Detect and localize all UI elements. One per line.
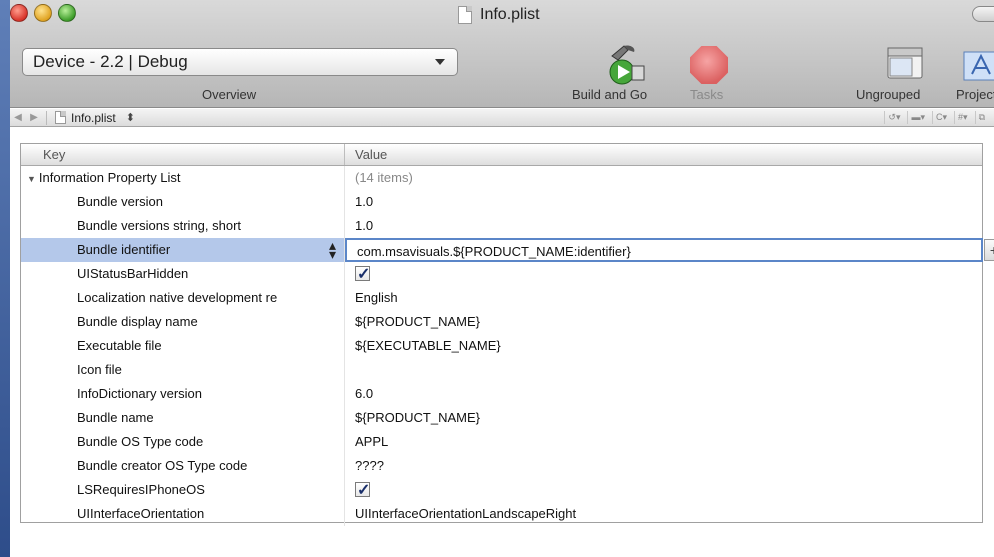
row-key: Icon file — [21, 358, 345, 382]
include-popup-icon[interactable]: #▾ — [954, 111, 971, 124]
window-title: Info.plist — [480, 6, 540, 23]
table-row[interactable]: Localization native development re Engli… — [21, 286, 982, 310]
property-list-table: Key Value ▼ Information Property List (14… — [20, 143, 994, 526]
table-row[interactable]: Bundle version 1.0 — [21, 190, 982, 214]
back-arrow-icon[interactable]: ◀ — [10, 112, 26, 123]
bookmarks-popup-icon[interactable]: ↺▾ — [884, 111, 903, 124]
ungrouped-icon[interactable] — [882, 44, 928, 84]
file-history-name: Info.plist — [71, 110, 116, 125]
nav-divider — [46, 110, 47, 125]
table-row[interactable]: Bundle versions string, short 1.0 — [21, 214, 982, 238]
chevron-down-icon — [435, 59, 445, 65]
table-row-selected[interactable]: Bundle identifier ▴ ▾ com.msavisuals.${PR… — [21, 238, 994, 262]
value-column-header[interactable]: Value — [345, 144, 982, 165]
breakpoints-popup-icon[interactable]: ▬▾ — [907, 111, 928, 124]
ungrouped-label[interactable]: Ungrouped — [856, 87, 920, 102]
window-toolbar: Info.plist Device - 2.2 | Debug Overview… — [10, 0, 994, 108]
row-value[interactable]: 1.0 — [345, 214, 982, 238]
row-key: Bundle creator OS Type code — [21, 454, 345, 478]
active-scheme-popup[interactable]: Device - 2.2 | Debug — [22, 48, 458, 76]
row-value[interactable]: ???? — [345, 454, 982, 478]
root-row[interactable]: ▼ Information Property List (14 items) — [21, 166, 982, 190]
table-row[interactable]: Bundle creator OS Type code ???? — [21, 454, 982, 478]
table-row[interactable]: Bundle name ${PRODUCT_NAME} — [21, 406, 982, 430]
minimize-window-button[interactable] — [34, 4, 52, 22]
zoom-window-button[interactable] — [58, 4, 76, 22]
file-popup-stepper-icon[interactable]: ⬍ — [126, 111, 135, 124]
row-value[interactable]: ${PRODUCT_NAME} — [345, 406, 982, 430]
table-row[interactable]: UIInterfaceOrientation UIInterfaceOrient… — [21, 502, 982, 526]
close-window-button[interactable] — [10, 4, 28, 22]
row-value[interactable]: APPL — [345, 430, 982, 454]
tasks-label[interactable]: Tasks — [690, 87, 723, 102]
row-key: Bundle version — [21, 190, 345, 214]
file-history-popup[interactable]: Info.plist — [55, 111, 116, 125]
project-icon[interactable] — [960, 50, 994, 84]
table-header: Key Value — [21, 144, 982, 166]
counterpart-icon[interactable]: ⧉ — [974, 111, 988, 124]
window-title-area: Info.plist — [458, 6, 540, 24]
row-value[interactable]: 1.0 — [345, 190, 982, 214]
window-controls — [10, 4, 76, 22]
row-key: Bundle display name — [21, 310, 345, 334]
toolbar-toggle-button[interactable] — [972, 6, 994, 22]
requires-iphone-os-checkbox[interactable]: ✓ — [355, 482, 370, 499]
document-icon — [55, 111, 66, 124]
disclosure-triangle-icon[interactable]: ▼ — [27, 167, 36, 190]
row-value[interactable]: ${PRODUCT_NAME} — [345, 310, 982, 334]
row-key: Executable file — [21, 334, 345, 358]
row-key: Bundle name — [21, 406, 345, 430]
active-scheme-value: Device - 2.2 | Debug — [33, 52, 188, 71]
editor-window: Info.plist Device - 2.2 | Debug Overview… — [10, 0, 994, 557]
add-row-button[interactable]: + — [984, 239, 994, 261]
row-value-editor[interactable]: com.msavisuals.${PRODUCT_NAME:identifier… — [345, 238, 983, 262]
row-value[interactable]: 6.0 — [345, 382, 982, 406]
status-bar-hidden-checkbox[interactable]: ✓ — [355, 266, 370, 283]
class-popup-icon[interactable]: C▾ — [932, 111, 950, 124]
table-row[interactable]: Bundle display name ${PRODUCT_NAME} — [21, 310, 982, 334]
root-key-cell: ▼ Information Property List — [21, 166, 345, 190]
row-value[interactable]: UIInterfaceOrientationLandscapeRight — [345, 502, 982, 526]
project-label[interactable]: Project — [956, 87, 994, 102]
table-row[interactable]: LSRequiresIPhoneOS ✓ — [21, 478, 982, 502]
row-value-cell: ✓ — [345, 262, 982, 286]
checkmark-icon: ✓ — [357, 482, 371, 500]
row-key: UIInterfaceOrientation — [21, 502, 345, 526]
row-key: Bundle identifier — [21, 238, 345, 262]
row-key: LSRequiresIPhoneOS — [21, 478, 345, 502]
stop-tasks-icon[interactable] — [690, 46, 728, 84]
build-and-go-icon[interactable] — [602, 42, 648, 88]
table-row[interactable]: Icon file — [21, 358, 982, 382]
row-key: Localization native development re — [21, 286, 345, 310]
nav-right-controls: ↺▾ ▬▾ C▾ #▾ ⧉ — [884, 111, 988, 124]
row-value-cell: ✓ — [345, 478, 982, 502]
row-key: Bundle OS Type code — [21, 430, 345, 454]
row-value[interactable] — [345, 358, 982, 382]
document-icon — [458, 6, 472, 24]
row-key: InfoDictionary version — [21, 382, 345, 406]
table-row[interactable]: Executable file ${EXECUTABLE_NAME} — [21, 334, 982, 358]
root-key: Information Property List — [38, 170, 181, 185]
table-row[interactable]: InfoDictionary version 6.0 — [21, 382, 982, 406]
build-and-go-label[interactable]: Build and Go — [572, 87, 647, 102]
row-value[interactable]: ${EXECUTABLE_NAME} — [345, 334, 982, 358]
navigation-bar: ◀ ▶ Info.plist ⬍ ↺▾ ▬▾ C▾ #▾ ⧉ — [10, 109, 994, 127]
key-type-stepper-icon[interactable]: ▴ ▾ — [329, 238, 336, 261]
row-value[interactable]: English — [345, 286, 982, 310]
root-value: (14 items) — [355, 170, 413, 185]
row-key: Bundle versions string, short — [21, 214, 345, 238]
overview-label: Overview — [202, 87, 257, 102]
row-key: UIStatusBarHidden — [21, 262, 345, 286]
key-column-header[interactable]: Key — [21, 144, 345, 165]
checkmark-icon: ✓ — [357, 266, 371, 284]
table-row[interactable]: UIStatusBarHidden ✓ — [21, 262, 982, 286]
table-row[interactable]: Bundle OS Type code APPL — [21, 430, 982, 454]
forward-arrow-icon[interactable]: ▶ — [26, 112, 42, 123]
